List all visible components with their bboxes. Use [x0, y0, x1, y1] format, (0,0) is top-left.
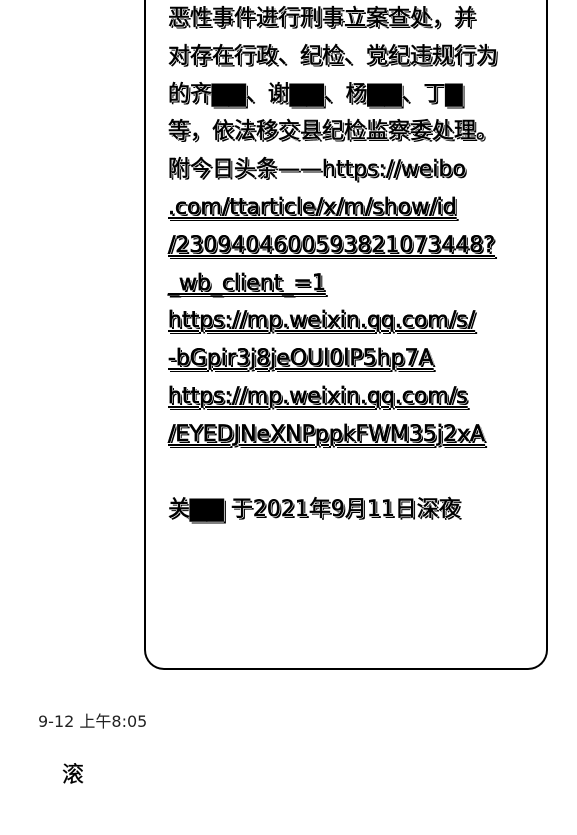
message-line: 对存在行政、纪检、党纪违规行为 — [168, 43, 499, 69]
message-spacer — [168, 454, 524, 492]
message-link[interactable]: https://mp.weixin.qq.com/s — [168, 378, 524, 416]
message-link[interactable]: -bGpir3j8jeOUl0lP5hp7A — [168, 340, 524, 378]
message-link[interactable]: _wb_client_=1 — [168, 265, 524, 303]
message-text: 恶性事件进行刑事立案查处，并 对存在行政、纪检、党纪违规行为 的齐▇▇、谢▇▇、… — [168, 0, 524, 529]
message-line: 的齐▇▇、谢▇▇、杨▇▇、丁▇ — [168, 81, 463, 107]
message-link[interactable]: /2309404600593821073448? — [168, 227, 524, 265]
message-signature: 关▇▇ 于2021年9月11日深夜 — [168, 497, 461, 523]
message-line: 等，依法移交县纪检监察委处理。 — [168, 119, 499, 145]
reply-message: 滚 — [62, 763, 85, 788]
message-link[interactable]: /EYEDJNeXNPppkFWM35j2xA — [168, 416, 524, 454]
message-timestamp: 9-12 上午8:05 — [38, 712, 148, 731]
message-link[interactable]: https://mp.weixin.qq.com/s/ — [168, 302, 524, 340]
message-line: 附今日头条——https://weibo — [168, 157, 467, 183]
message-link[interactable]: .com/ttarticle/x/m/show/id — [168, 189, 524, 227]
message-line: 恶性事件进行刑事立案查处，并 — [168, 6, 477, 32]
